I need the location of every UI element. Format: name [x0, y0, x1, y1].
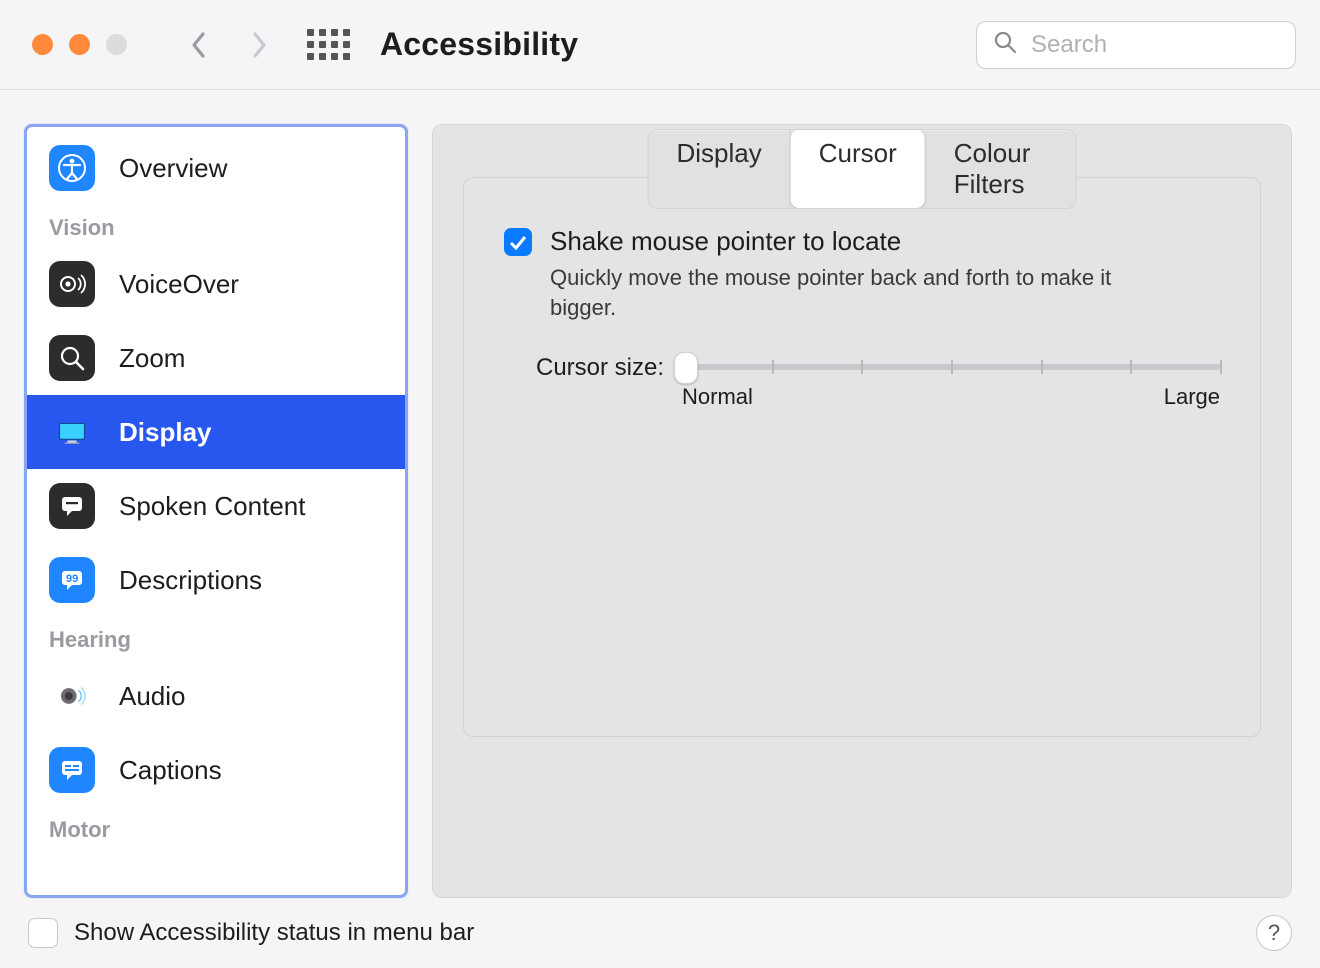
settings-group: Shake mouse pointer to locate Quickly mo… — [463, 177, 1261, 737]
zoom-window-button[interactable] — [106, 34, 127, 55]
cursor-size-slider[interactable] — [682, 364, 1220, 370]
search-icon — [993, 30, 1017, 59]
shake-to-locate-checkbox[interactable] — [504, 228, 532, 256]
sidebar-item-overview[interactable]: Overview — [27, 131, 405, 205]
help-button[interactable]: ? — [1256, 915, 1292, 951]
sidebar-item-label: Overview — [119, 153, 227, 184]
zoom-icon — [49, 335, 95, 381]
audio-icon — [49, 673, 95, 719]
sidebar-item-voiceover[interactable]: VoiceOver — [27, 247, 405, 321]
sidebar-item-zoom[interactable]: Zoom — [27, 321, 405, 395]
cursor-size-max-label: Large — [1164, 384, 1220, 410]
show-all-button[interactable] — [307, 29, 350, 60]
sidebar-item-label: Zoom — [119, 343, 185, 374]
sidebar-item-descriptions[interactable]: 99 Descriptions — [27, 543, 405, 617]
voiceover-icon — [49, 261, 95, 307]
spoken-content-icon — [49, 483, 95, 529]
captions-icon — [49, 747, 95, 793]
sidebar-item-label: VoiceOver — [119, 269, 239, 300]
tab-bar: Display Cursor Colour Filters — [648, 129, 1077, 209]
titlebar: Accessibility — [0, 0, 1320, 90]
tab-display[interactable]: Display — [649, 130, 791, 208]
sidebar-item-captions[interactable]: Captions — [27, 733, 405, 807]
show-status-menubar-label: Show Accessibility status in menu bar — [74, 919, 474, 947]
search-field[interactable] — [976, 21, 1296, 69]
cursor-size-min-label: Normal — [682, 384, 753, 410]
sidebar-section-motor: Motor — [27, 807, 405, 849]
footer: Show Accessibility status in menu bar ? — [0, 898, 1320, 968]
sidebar-item-spoken-content[interactable]: Spoken Content — [27, 469, 405, 543]
tab-colour-filters[interactable]: Colour Filters — [926, 130, 1076, 208]
forward-button[interactable] — [241, 27, 277, 63]
cursor-size-slider-knob[interactable] — [674, 352, 698, 384]
sidebar-item-audio[interactable]: Audio — [27, 659, 405, 733]
tab-cursor[interactable]: Cursor — [791, 130, 926, 208]
search-input[interactable] — [1029, 30, 1279, 60]
sidebar-item-label: Descriptions — [119, 565, 262, 596]
accessibility-icon — [49, 145, 95, 191]
shake-to-locate-description: Quickly move the mouse pointer back and … — [550, 263, 1150, 322]
minimize-window-button[interactable] — [69, 34, 90, 55]
sidebar-item-label: Captions — [119, 755, 222, 786]
descriptions-icon: 99 — [49, 557, 95, 603]
cursor-size-label: Cursor size: — [536, 354, 664, 382]
sidebar-item-label: Display — [119, 417, 212, 448]
show-status-menubar-checkbox[interactable] — [28, 918, 58, 948]
sidebar-item-label: Spoken Content — [119, 491, 305, 522]
shake-to-locate-label: Shake mouse pointer to locate — [550, 226, 1150, 257]
sidebar-item-label: Audio — [119, 681, 186, 712]
svg-text:99: 99 — [66, 573, 78, 585]
sidebar-section-hearing: Hearing — [27, 617, 405, 659]
main-panel: Display Cursor Colour Filters Shake mous… — [432, 124, 1292, 898]
close-window-button[interactable] — [32, 34, 53, 55]
display-icon — [49, 409, 95, 455]
window-controls — [32, 34, 127, 55]
sidebar: Overview Vision VoiceOver Zoom Display — [24, 124, 408, 898]
sidebar-item-display[interactable]: Display — [27, 395, 405, 469]
sidebar-section-vision: Vision — [27, 205, 405, 247]
window-title: Accessibility — [380, 26, 578, 63]
back-button[interactable] — [181, 27, 217, 63]
